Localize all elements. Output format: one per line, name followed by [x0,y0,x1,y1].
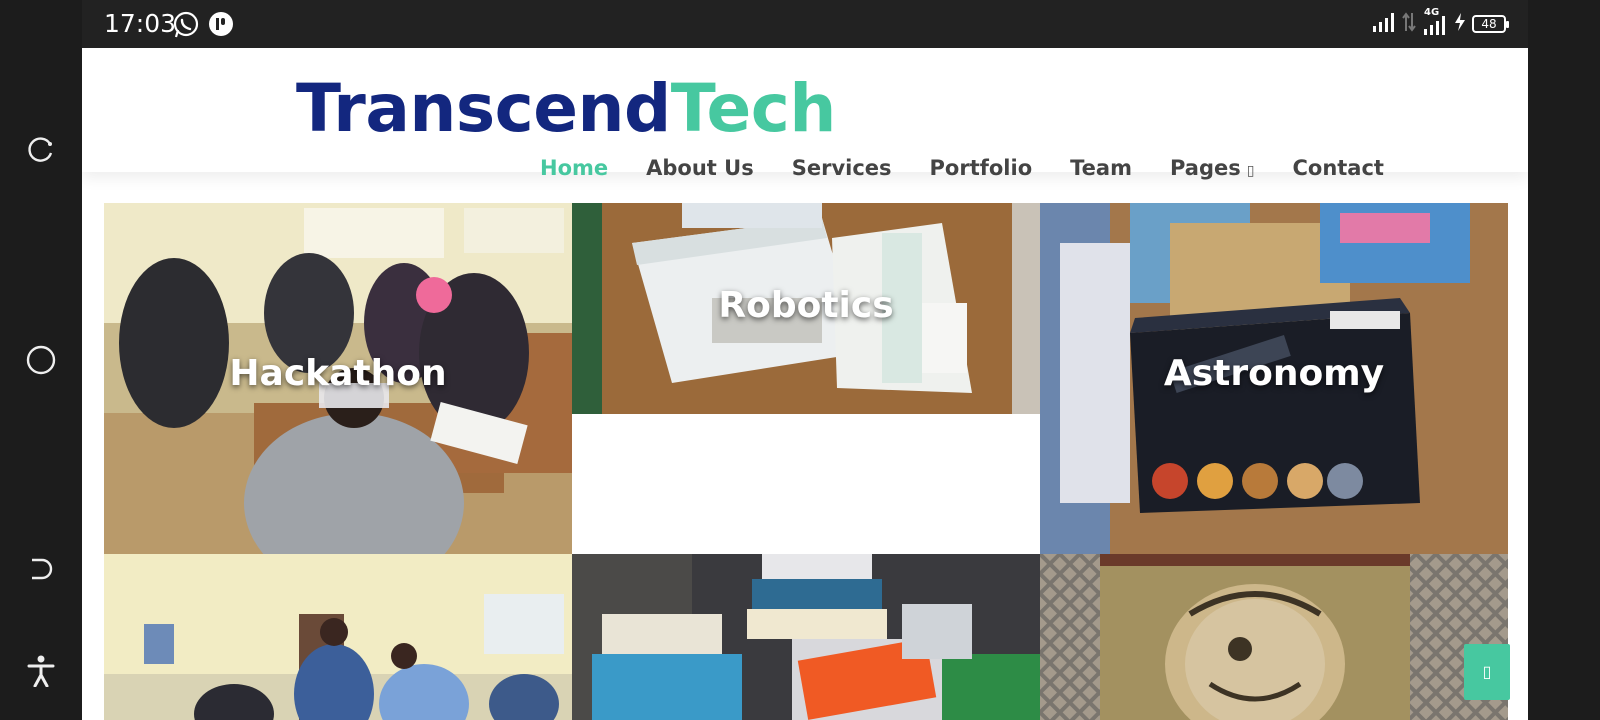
art-photo [1040,554,1508,720]
nav-pages-label: Pages [1169,156,1241,180]
rotate-icon[interactable] [21,131,61,171]
nav-about-us[interactable]: About Us [646,156,754,180]
gallery-tile-workshop[interactable] [104,554,572,720]
logo-text-transcend: Transcend [296,70,671,147]
tile-title-hackathon: Hackathon [229,353,447,394]
home-button-icon[interactable] [21,340,61,380]
nav-contact[interactable]: Contact [1292,156,1384,180]
app-notification-icon [208,11,234,42]
battery-icon: 48 [1472,15,1509,33]
status-bar: 17:03 4G 48 [82,0,1528,48]
tile-title-astronomy: Astronomy [1163,353,1385,394]
nav-services[interactable]: Services [792,156,892,180]
site-logo[interactable]: TranscendTech [296,70,836,147]
status-icons: 4G 48 [1372,7,1509,37]
nav-team[interactable]: Team [1070,156,1132,180]
books-photo [572,554,1040,720]
chevron-down-icon: ▯ [1246,163,1255,179]
workshop-photo [104,554,572,720]
site-header: TranscendTech Home About Us Services Por… [82,48,1528,180]
scroll-to-top-button[interactable]: ▯ [1464,644,1510,700]
accessibility-icon[interactable] [21,651,61,691]
arrow-up-icon: ▯ [1482,664,1492,681]
status-time: 17:03 [104,9,177,38]
logo-text-tech: Tech [670,70,837,147]
whatsapp-icon [172,11,200,44]
data-transfer-icon [1402,11,1416,37]
gallery-tile-astronomy[interactable]: Astronomy [1040,203,1508,554]
signal-4g-icon: 4G [1422,7,1448,35]
tile-title-robotics: Robotics [718,285,894,326]
gallery-tile-art[interactable] [1040,554,1508,720]
signal-strength-icon [1372,12,1396,37]
back-button-icon[interactable] [21,548,61,588]
nav-portfolio[interactable]: Portfolio [930,156,1033,180]
gallery-tile-books[interactable] [572,554,1040,720]
phone-screen: 17:03 4G 48 TranscendTech Home About Us … [0,0,1600,720]
system-nav-rail [0,0,82,720]
main-nav: Home About Us Services Portfolio Team Pa… [540,156,1422,180]
battery-level: 48 [1481,17,1497,31]
charging-icon [1454,12,1466,37]
gallery-tile-robotics[interactable]: Robotics [572,203,1040,414]
nav-pages[interactable]: Pages ▯ [1170,156,1255,180]
nav-home[interactable]: Home [540,156,608,180]
browser-viewport: TranscendTech Home About Us Services Por… [82,48,1528,720]
gallery-tile-hackathon[interactable]: Hackathon [104,203,572,554]
